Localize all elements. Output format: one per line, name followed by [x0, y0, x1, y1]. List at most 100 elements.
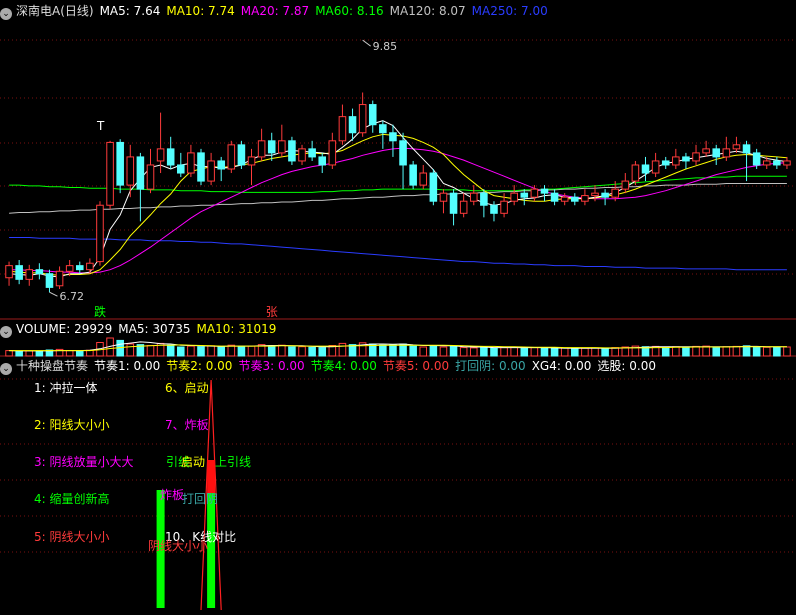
candle-body [389, 132, 397, 142]
candle-body [348, 116, 357, 134]
ma60-line [9, 175, 787, 193]
volume-bar [530, 347, 539, 357]
candle-body [611, 188, 619, 198]
candle-body [15, 265, 23, 280]
candle-body [702, 148, 710, 154]
candle-body [682, 156, 690, 162]
candle-body [469, 192, 478, 202]
volume-bar [288, 346, 296, 357]
volume-bar [510, 346, 518, 357]
candle-body [197, 152, 205, 182]
volume-bar [25, 350, 34, 357]
volume-bar [661, 346, 670, 357]
candle-body [661, 160, 670, 166]
legend-left-item-2: 3: 阴线放量小大大 [34, 455, 134, 469]
candle-body [65, 265, 74, 272]
candle-body [399, 140, 407, 166]
volume-bar [571, 348, 579, 357]
candle-body [86, 262, 94, 271]
candle-body [237, 144, 246, 166]
volume-bar [308, 346, 316, 357]
high-marker [362, 39, 371, 47]
candle-body [631, 164, 640, 182]
candle-body [75, 265, 84, 271]
volume-bar [520, 347, 529, 357]
candle-body [278, 140, 286, 154]
candle-body [96, 204, 104, 263]
volume-bar [752, 346, 761, 357]
candle-body [207, 160, 215, 182]
volume-bar [783, 346, 791, 357]
overlay-text-item-2: 炸板 [160, 488, 185, 502]
ma120-line [9, 183, 787, 214]
volume-bar [732, 345, 741, 357]
volume-bar [742, 345, 751, 357]
legend-left-item-0: 1: 冲拉一体 [34, 381, 98, 395]
low-marker [49, 291, 58, 297]
candle-body [156, 148, 165, 162]
volume-bar [480, 346, 488, 357]
candle-body [510, 192, 518, 202]
ma10-line [9, 133, 787, 276]
candle-body [45, 273, 54, 288]
die-mark: 跌 [94, 304, 106, 319]
volume-bar [75, 350, 84, 357]
volume-bar [540, 347, 549, 357]
ma20-line [9, 147, 787, 274]
volume-bar [449, 345, 458, 357]
overlay-text-item-1: 启动 [181, 455, 206, 469]
legend-left-item-4: 5: 阴线大小小 [34, 530, 110, 544]
volume-bar [773, 346, 781, 357]
volume-bar [187, 345, 195, 357]
volume-bar [439, 346, 448, 357]
volume-bar [298, 346, 306, 357]
legend-left-item-3: 4: 缩量创新高 [34, 492, 110, 506]
volume-bar [126, 343, 135, 357]
volume-bar [217, 346, 225, 357]
volume-bar [429, 345, 438, 357]
volume-bar [86, 349, 94, 357]
candle-body [449, 192, 458, 214]
candle-body [429, 172, 438, 202]
candle-body [520, 192, 529, 198]
volume-bar [177, 346, 185, 357]
volume-bar [15, 350, 23, 357]
candle-body [550, 192, 559, 202]
volume-bar [338, 342, 347, 357]
volume-bar [146, 345, 155, 357]
candle-body [459, 200, 468, 214]
volume-bar [419, 346, 428, 357]
overlay-text-item-3: 阴线大小小 [148, 539, 209, 553]
volume-bar [672, 346, 680, 357]
volume-bar [247, 345, 256, 357]
candle-body [5, 265, 13, 279]
zhang-mark: 张 [266, 305, 278, 319]
candle-body [672, 156, 680, 166]
volume-bar [207, 345, 215, 357]
candle-body [136, 156, 145, 190]
volume-bar [591, 347, 599, 357]
stock-chart: 9.85 6.72 T 跌 张 [0, 39, 796, 611]
candle-body [25, 269, 34, 280]
candle-body [712, 148, 721, 158]
volume-bar [500, 347, 508, 357]
t-mark: T [96, 119, 105, 133]
legend-right-item-1: 7、炸板 [165, 418, 209, 432]
volume-bar [35, 351, 44, 357]
low-label: 6.72 [59, 290, 84, 303]
candle-body [318, 156, 327, 166]
candle-body [641, 164, 650, 174]
volume-bar [702, 345, 710, 357]
candle-body [742, 144, 751, 154]
legend-left-item-1: 2: 阳线大小小 [34, 418, 110, 432]
legend-right-item-2: 上引线 [215, 455, 252, 469]
candle-body [298, 148, 306, 162]
volume-bar [166, 344, 175, 357]
candle-body [257, 140, 266, 158]
candle-body [338, 116, 347, 142]
candle-body [247, 156, 256, 166]
candle-body [35, 269, 44, 275]
candle-body [55, 270, 64, 287]
legend-right-item-0: 6、启动 [165, 381, 209, 395]
candle-body [530, 188, 539, 198]
